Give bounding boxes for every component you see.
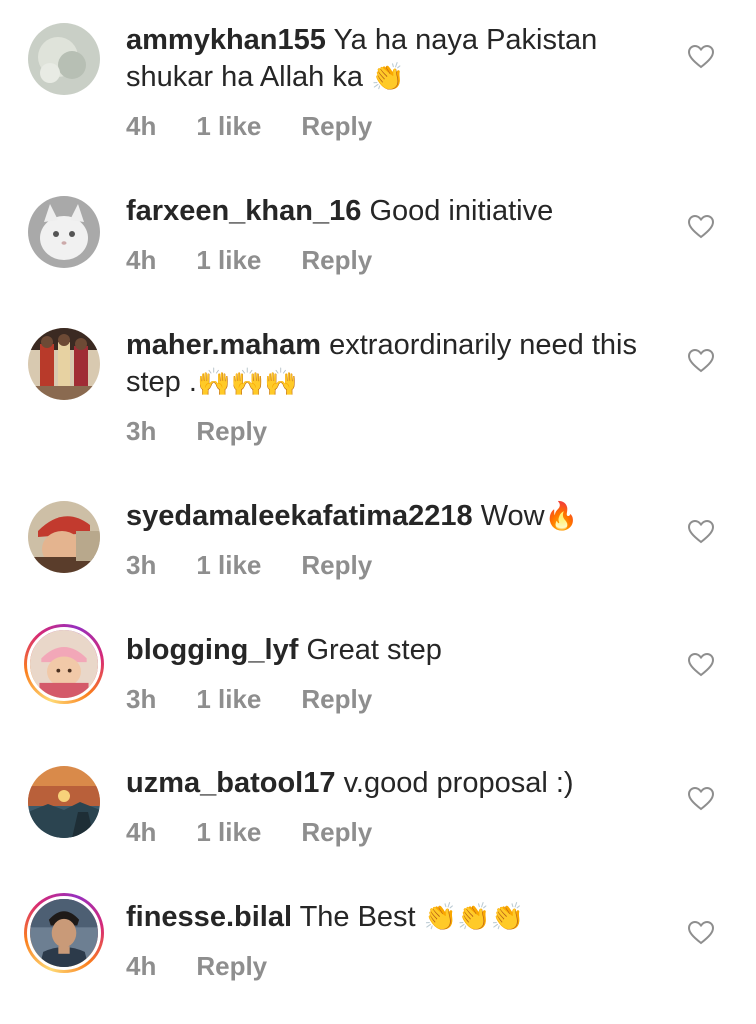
reply-button[interactable]: Reply xyxy=(196,415,267,447)
timestamp: 3h xyxy=(126,550,157,580)
comment-body: Good initiative xyxy=(369,195,554,227)
comment-meta: 4h 1 like Reply xyxy=(126,244,666,276)
heart-icon[interactable] xyxy=(688,520,714,544)
avatar-image xyxy=(28,766,100,838)
child-pink-hat-avatar-icon xyxy=(30,630,98,698)
wedding-avatar-icon xyxy=(28,328,100,400)
grey-blur-avatar-icon xyxy=(28,23,100,95)
clap-emoji: 👏 xyxy=(371,62,405,93)
reply-button[interactable]: Reply xyxy=(301,549,372,581)
comment-body: Great step xyxy=(306,634,442,666)
username-link[interactable]: syedamaleekafatima2218 xyxy=(126,500,473,532)
comment-meta: 4h 1 like Reply xyxy=(126,110,666,142)
man-portrait-avatar-icon xyxy=(30,899,98,967)
avatar-image xyxy=(28,23,100,95)
avatar[interactable] xyxy=(24,762,104,842)
avatar-image xyxy=(28,196,100,268)
avatar-image xyxy=(27,627,101,701)
avatar[interactable] xyxy=(24,192,104,272)
white-cat-avatar-icon xyxy=(28,196,100,268)
avatar-image xyxy=(28,328,100,400)
username-link[interactable]: blogging_lyf xyxy=(126,634,298,666)
comment-text: uzma_batool17 v.good proposal :) xyxy=(126,765,666,802)
heart-icon[interactable] xyxy=(688,787,714,811)
like-count[interactable]: 1 like xyxy=(196,549,261,581)
comment-text: farxeen_khan_16 Good initiative xyxy=(126,193,666,230)
comment-text: maher.maham extraordinarily need this st… xyxy=(126,327,666,401)
reply-button[interactable]: Reply xyxy=(196,950,267,982)
reply-button[interactable]: Reply xyxy=(301,244,372,276)
heart-icon[interactable] xyxy=(688,45,714,69)
reply-button[interactable]: Reply xyxy=(301,816,372,848)
comment-meta: 4h 1 like Reply xyxy=(126,816,666,848)
comment-text: finesse.bilal The Best 👏👏👏 xyxy=(126,899,666,936)
timestamp: 4h xyxy=(126,817,157,847)
timestamp: 4h xyxy=(126,951,157,981)
heart-icon[interactable] xyxy=(688,653,714,677)
username-link[interactable]: finesse.bilal xyxy=(126,901,292,933)
reply-button[interactable]: Reply xyxy=(301,110,372,142)
timestamp: 4h xyxy=(126,111,157,141)
clap-emoji: 👏👏👏 xyxy=(423,902,525,933)
reply-button[interactable]: Reply xyxy=(301,683,372,715)
heart-icon[interactable] xyxy=(688,349,714,373)
like-count[interactable]: 1 like xyxy=(196,244,261,276)
heart-icon[interactable] xyxy=(688,921,714,945)
username-link[interactable]: uzma_batool17 xyxy=(126,767,336,799)
heart-icon[interactable] xyxy=(688,215,714,239)
red-cap-avatar-icon xyxy=(28,501,100,573)
username-link[interactable]: farxeen_khan_16 xyxy=(126,195,361,227)
avatar[interactable] xyxy=(24,624,104,704)
comment-meta: 3h 1 like Reply xyxy=(126,683,666,715)
timestamp: 3h xyxy=(126,684,157,714)
raising-hands-emoji: 🙌🙌🙌 xyxy=(196,367,298,398)
comment-meta: 3h Reply xyxy=(126,415,666,447)
username-link[interactable]: ammykhan155 xyxy=(126,24,326,56)
avatar[interactable] xyxy=(24,893,104,973)
comment-meta: 4h Reply xyxy=(126,950,666,982)
fire-emoji: 🔥 xyxy=(544,501,579,532)
like-count[interactable]: 1 like xyxy=(196,683,261,715)
like-count[interactable]: 1 like xyxy=(196,816,261,848)
comment-body: v.good proposal :) xyxy=(343,767,574,799)
comment-body: Wow xyxy=(480,500,545,532)
sunset-avatar-icon xyxy=(28,766,100,838)
avatar-image xyxy=(27,896,101,970)
avatar[interactable] xyxy=(24,324,104,404)
comment-text: blogging_lyf Great step xyxy=(126,632,666,669)
avatar[interactable] xyxy=(24,19,104,99)
comment-body: The Best xyxy=(299,901,416,933)
timestamp: 4h xyxy=(126,245,157,275)
comment-text: syedamaleekafatima2218 Wow🔥 xyxy=(126,498,666,535)
avatar[interactable] xyxy=(24,497,104,577)
comment-text: ammykhan155 Ya ha naya Pakistan shukar h… xyxy=(126,22,666,96)
like-count[interactable]: 1 like xyxy=(196,110,261,142)
timestamp: 3h xyxy=(126,416,157,446)
avatar-image xyxy=(28,501,100,573)
comment-meta: 3h 1 like Reply xyxy=(126,549,666,581)
username-link[interactable]: maher.maham xyxy=(126,329,321,361)
